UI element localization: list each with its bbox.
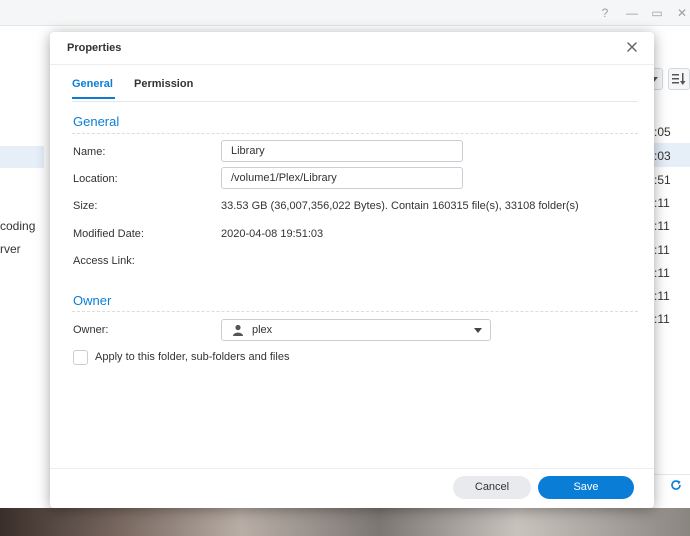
tabs-divider: [72, 101, 638, 102]
location-label: Location:: [73, 173, 118, 185]
chevron-down-icon: [474, 328, 482, 333]
modified-date-label: Modified Date:: [73, 228, 144, 240]
dialog-footer-divider: [50, 468, 654, 469]
modified-date-value: 2020-04-08 19:51:03: [221, 228, 324, 240]
access-link-label: Access Link:: [73, 255, 135, 267]
file-row-time[interactable]: :11: [654, 312, 670, 326]
close-icon[interactable]: [624, 39, 640, 55]
size-label: Size:: [73, 200, 98, 212]
sort-button[interactable]: [668, 68, 690, 90]
file-row-time[interactable]: :11: [654, 196, 670, 210]
close-glyph: [627, 42, 637, 52]
sidebar-item-label[interactable]: coding: [0, 219, 35, 233]
owner-select[interactable]: plex: [221, 319, 491, 341]
user-icon: [233, 324, 243, 336]
file-row-time[interactable]: :51: [654, 173, 671, 187]
sidebar-item-label[interactable]: rver: [0, 242, 21, 256]
owner-label: Owner:: [73, 324, 109, 336]
location-field[interactable]: [221, 167, 463, 189]
owner-select-value: plex: [252, 324, 273, 336]
maximize-icon[interactable]: ▭: [649, 5, 665, 21]
file-row-time[interactable]: :11: [654, 219, 670, 233]
file-row-time[interactable]: :11: [654, 266, 670, 280]
minimize-icon[interactable]: —: [624, 5, 640, 21]
save-button[interactable]: Save: [538, 476, 634, 499]
window-close-icon[interactable]: ✕: [674, 5, 690, 21]
file-row-time[interactable]: :05: [654, 125, 671, 139]
help-icon[interactable]: ?: [597, 5, 613, 21]
file-row-time[interactable]: :11: [654, 243, 670, 257]
properties-dialog: Properties General Permission General Na…: [50, 32, 654, 508]
file-row-time[interactable]: :03: [654, 149, 671, 163]
general-section-title: General: [73, 114, 120, 129]
desktop-wallpaper: [0, 508, 690, 536]
active-tab-indicator: [72, 97, 115, 99]
dialog-header-divider: [50, 64, 654, 65]
apply-recursive-checkbox[interactable]: [73, 350, 88, 365]
background-titlebar: ? — ▭ ✕: [0, 0, 690, 26]
size-value: 33.53 GB (36,007,356,022 Bytes). Contain…: [221, 200, 579, 212]
name-label: Name:: [73, 146, 106, 158]
tab-permission[interactable]: Permission: [134, 78, 193, 95]
general-section-divider: [72, 133, 638, 134]
name-field[interactable]: [221, 140, 463, 162]
refresh-glyph: [671, 480, 681, 490]
owner-section-title: Owner: [73, 293, 112, 308]
file-row-time[interactable]: :11: [654, 289, 670, 303]
sidebar-selected-item[interactable]: [0, 146, 44, 168]
owner-section-divider: [72, 311, 638, 312]
tab-general[interactable]: General: [72, 78, 113, 95]
dialog-title: Properties: [67, 42, 122, 54]
refresh-icon[interactable]: [670, 479, 682, 494]
apply-recursive-label[interactable]: Apply to this folder, sub-folders and fi…: [95, 351, 289, 363]
cancel-button[interactable]: Cancel: [453, 476, 531, 499]
sort-icon: [672, 73, 686, 85]
